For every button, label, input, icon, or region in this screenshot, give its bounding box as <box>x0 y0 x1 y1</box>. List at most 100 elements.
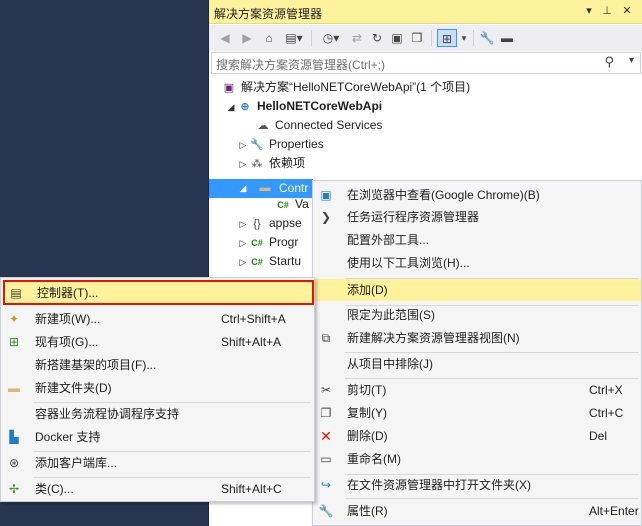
menu-item-rename[interactable]: ▭ 重命名(M) <box>313 448 641 470</box>
chevron-right-icon: ❯ <box>320 210 332 224</box>
menu-item-task-runner[interactable]: ❯ 任务运行程序资源管理器 <box>313 206 641 228</box>
tree-item-label: 依赖项 <box>269 156 306 170</box>
tree-item-label: Progr <box>269 235 299 249</box>
new-view-icon: ⧉ <box>321 331 331 345</box>
window-position-dropdown-icon[interactable]: ▾ <box>581 3 597 19</box>
menu-item-view-in-browser[interactable]: ▣ 在浏览器中查看(Google Chrome)(B) <box>313 184 641 206</box>
menu-item-label: 现有项(G)... <box>35 335 99 349</box>
tree-item-label: appse <box>269 216 302 230</box>
menu-item-label: 添加(D) <box>347 283 388 297</box>
search-input[interactable]: 搜索解决方案资源管理器(Ctrl+;) ⚲ ▾ <box>211 52 641 74</box>
menu-item-label: 添加客户端库... <box>35 456 118 470</box>
tree-item-label: Properties <box>269 137 324 151</box>
menu-item-label: 在浏览器中查看(Google Chrome)(B) <box>347 188 540 202</box>
expanded-arrow-icon[interactable]: ◢ <box>237 179 249 198</box>
csharp-file-icon: C# <box>251 257 263 267</box>
menu-item-shortcut: Shift+Alt+C <box>221 482 282 496</box>
collapsed-arrow-icon[interactable]: ▷ <box>237 215 249 234</box>
properties-wrench-icon[interactable]: 🔧 <box>479 29 495 47</box>
submenu-item-existing-item[interactable]: ⊞ 现有项(G)... Shift+Alt+A <box>1 331 314 353</box>
chevron-down-icon[interactable]: ▾ <box>459 29 469 47</box>
menu-item-label: 使用以下工具浏览(H)... <box>347 256 470 270</box>
menu-item-delete[interactable]: ✕ 删除(D) Del <box>313 425 641 447</box>
class-icon: ✢ <box>8 482 20 496</box>
menu-item-label: 新建文件夹(D) <box>35 381 112 395</box>
submenu-item-new-folder[interactable]: ▬ 新建文件夹(D) <box>1 377 314 399</box>
menu-item-shortcut: Del <box>589 429 608 443</box>
controller-file-icon: ▤ <box>10 286 22 300</box>
wrench-icon: 🔧 <box>318 504 334 518</box>
menu-item-copy[interactable]: ❐ 复制(Y) Ctrl+C <box>313 402 641 424</box>
search-options-dropdown-icon[interactable]: ▾ <box>629 55 634 66</box>
tree-item-properties[interactable]: ▷ 🔧 Properties <box>237 135 324 154</box>
home-icon[interactable]: ⌂ <box>261 29 277 47</box>
menu-item-cut[interactable]: ✂ 剪切(T) Ctrl+X <box>313 379 641 401</box>
folder-icon: ▬ <box>259 182 271 194</box>
csharp-file-icon: C# <box>251 238 263 248</box>
minus-icon[interactable]: ▬ <box>499 29 515 47</box>
add-submenu: ▤ 控制器(T)... ✦ 新建项(W)... Ctrl+Shift+A ⊞ 现… <box>0 277 315 502</box>
pin-icon[interactable]: ⊥ <box>599 3 615 19</box>
menu-item-shortcut: Ctrl+C <box>589 406 624 420</box>
menu-item-label: 限定为此范围(S) <box>347 308 435 322</box>
tree-item-program[interactable]: ▷ C# Progr <box>237 233 299 253</box>
menu-item-add[interactable]: 添加(D) <box>313 279 641 301</box>
tree-item-dependencies[interactable]: ▷ ⁂ 依赖项 <box>237 154 305 173</box>
menu-item-shortcut: Shift+Alt+A <box>221 335 282 349</box>
tree-item-startup[interactable]: ▷ C# Startu <box>237 252 301 271</box>
menu-item-label: 复制(Y) <box>347 406 387 420</box>
forward-icon[interactable]: ▶ <box>239 29 255 47</box>
preview-selected-items-icon[interactable]: ⊞ <box>437 29 457 47</box>
toolbar-separator <box>311 30 312 46</box>
expanded-arrow-icon[interactable]: ◢ <box>225 98 237 117</box>
search-placeholder: 搜索解决方案资源管理器(Ctrl+;) <box>216 58 385 72</box>
switch-views-icon[interactable]: ▤▾ <box>283 29 305 47</box>
menu-item-label: 在文件资源管理器中打开文件夹(X) <box>347 478 531 492</box>
menu-item-configure-external-tools[interactable]: 配置外部工具... <box>313 229 641 251</box>
menu-item-properties[interactable]: 🔧 属性(R) Alt+Enter <box>313 500 641 522</box>
submenu-item-docker-support[interactable]: ▙ Docker 支持 <box>1 426 314 448</box>
tree-item-label: Contr <box>279 181 309 195</box>
submenu-item-container-orchestrator[interactable]: 容器业务流程协调程序支持 <box>1 403 314 425</box>
menu-item-exclude-from-project[interactable]: 从项目中排除(J) <box>313 353 641 375</box>
new-item-icon: ✦ <box>8 312 20 326</box>
sync-icon[interactable]: ⇄ <box>349 29 365 47</box>
tree-item-label: Startu <box>269 254 302 268</box>
collapsed-arrow-icon[interactable]: ▷ <box>237 136 249 155</box>
submenu-item-class[interactable]: ✢ 类(C)... Shift+Alt+C <box>1 478 314 500</box>
menu-item-label: 配置外部工具... <box>347 233 430 247</box>
menu-item-label: 新搭建基架的项目(F)... <box>35 358 157 372</box>
solution-icon: ▣ <box>223 82 235 94</box>
menu-item-scope-to-this[interactable]: 限定为此范围(S) <box>313 304 641 326</box>
tree-item-appsettings[interactable]: ▷ {} appse <box>237 214 302 233</box>
collapsed-arrow-icon[interactable]: ▷ <box>237 155 249 174</box>
menu-item-new-explorer-view[interactable]: ⧉ 新建解决方案资源管理器视图(N) <box>313 327 641 349</box>
tree-item-solution[interactable]: ▣ 解决方案“HelloNETCoreWebApi”(1 个项目) <box>221 78 470 97</box>
collapse-all-icon[interactable]: ▣ <box>389 29 405 47</box>
tree-item-connected-services[interactable]: ☁ Connected Services <box>255 116 383 135</box>
submenu-item-new-item[interactable]: ✦ 新建项(W)... Ctrl+Shift+A <box>1 308 314 330</box>
back-icon[interactable]: ◀ <box>217 29 233 47</box>
tree-item-project[interactable]: ◢ ⊕ HelloNETCoreWebApi <box>225 97 383 117</box>
context-menu: ▣ 在浏览器中查看(Google Chrome)(B) ❯ 任务运行程序资源管理… <box>312 180 642 526</box>
menu-separator <box>345 498 639 499</box>
collapsed-arrow-icon[interactable]: ▷ <box>237 234 249 253</box>
refresh-icon[interactable]: ↻ <box>369 29 385 47</box>
toolbar-separator <box>431 30 432 46</box>
submenu-item-controller[interactable]: ▤ 控制器(T)... <box>3 280 314 305</box>
menu-item-label: 任务运行程序资源管理器 <box>347 210 480 224</box>
submenu-item-client-library[interactable]: ⊛ 添加客户端库... <box>1 452 314 474</box>
close-icon[interactable]: ✕ <box>619 3 635 19</box>
pending-changes-filter-icon[interactable]: ◷▾ <box>319 29 343 47</box>
show-all-files-icon[interactable]: ❐ <box>409 29 425 47</box>
menu-item-label: Docker 支持 <box>35 430 101 444</box>
tree-item-label: Connected Services <box>275 118 383 132</box>
rename-icon: ▭ <box>320 452 332 466</box>
search-icon[interactable]: ⚲ <box>604 54 614 70</box>
menu-item-browse-with[interactable]: 使用以下工具浏览(H)... <box>313 252 641 274</box>
menu-item-open-in-file-explorer[interactable]: ↪ 在文件资源管理器中打开文件夹(X) <box>313 474 641 496</box>
submenu-item-new-scaffolded-item[interactable]: 新搭建基架的项目(F)... <box>1 354 314 376</box>
collapsed-arrow-icon[interactable]: ▷ <box>237 253 249 272</box>
new-folder-icon: ▬ <box>8 381 20 395</box>
tree-item-values-controller[interactable]: C# Va <box>275 195 309 214</box>
